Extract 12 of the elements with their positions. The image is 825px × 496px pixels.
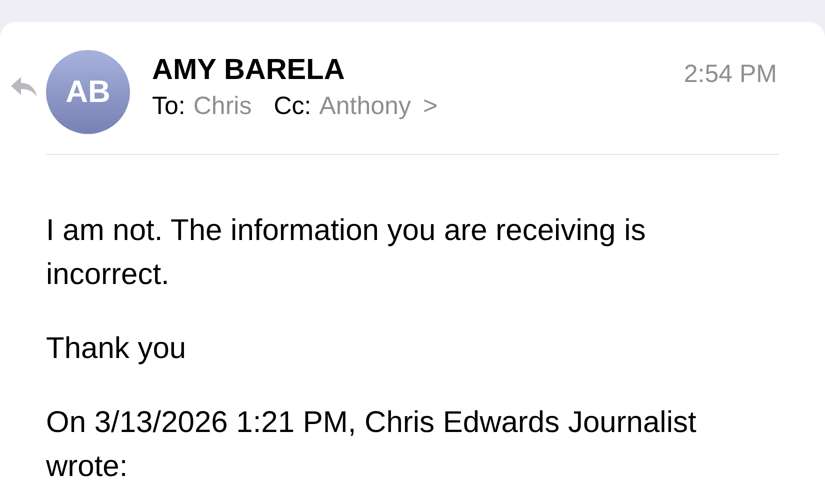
message-paragraph: Thank you bbox=[46, 331, 188, 367]
message-paragraph: On 3/13/2026 1:21 PM, Chris Edwards Journalist wrote: bbox=[46, 405, 698, 485]
avatar-initials: AB bbox=[66, 72, 110, 111]
message-paragraph: I am not. The information you are receiving is incorrect. bbox=[46, 213, 647, 293]
to-recipient: Chris bbox=[193, 91, 252, 122]
sender-name: AMY BARELA bbox=[152, 53, 346, 88]
message-time: 2:54 PM bbox=[684, 59, 777, 90]
cc-label: Cc: bbox=[274, 91, 312, 122]
recipients-row[interactable]: To: Chris Cc: Anthony > bbox=[152, 90, 684, 122]
to-label: To: bbox=[152, 91, 186, 122]
cc-recipient: Anthony bbox=[319, 91, 411, 122]
reply-icon[interactable] bbox=[10, 76, 38, 98]
